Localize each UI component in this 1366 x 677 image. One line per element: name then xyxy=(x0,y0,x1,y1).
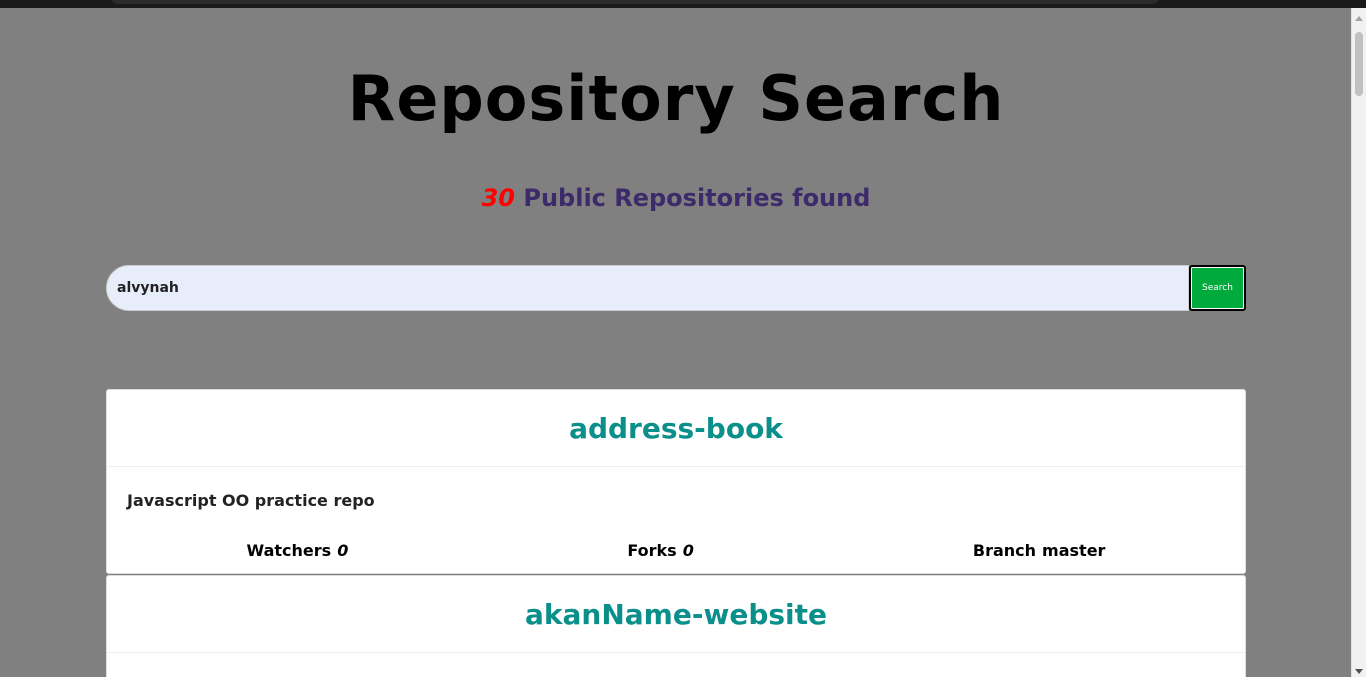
watchers-label: Watchers xyxy=(246,541,332,560)
repo-card: address-book Javascript OO practice repo… xyxy=(106,389,1246,574)
branch-name: master xyxy=(1042,541,1106,560)
branch-label: Branch xyxy=(972,541,1037,560)
browser-top-bar xyxy=(0,0,1366,8)
repo-forks: Forks 0 xyxy=(627,541,693,560)
page-scrollbar[interactable] xyxy=(1351,8,1366,677)
repo-stats: Watchers 0 Forks 0 Branch master xyxy=(107,527,1245,570)
results-count-line: 30 Public Repositories found xyxy=(0,184,1352,212)
repo-watchers: Watchers 0 xyxy=(247,541,349,560)
watchers-count: 0 xyxy=(337,541,349,560)
scroll-down-icon[interactable] xyxy=(1355,669,1363,674)
browser-address-strip xyxy=(110,0,1160,4)
forks-label: Forks xyxy=(627,541,677,560)
repo-name[interactable]: akanName-website xyxy=(525,598,827,631)
search-bar: Search xyxy=(106,265,1246,311)
repo-card: akanName-website xyxy=(106,575,1246,677)
repo-description: Javascript OO practice repo xyxy=(127,491,375,510)
results-count-label: Public Repositories found xyxy=(515,184,871,212)
repo-branch: Branch master xyxy=(973,541,1106,560)
repo-name[interactable]: address-book xyxy=(569,412,783,445)
page-title: Repository Search xyxy=(347,62,1005,135)
scroll-up-icon[interactable] xyxy=(1355,16,1363,21)
results-count: 30 xyxy=(481,184,515,212)
scrollbar-thumb[interactable] xyxy=(1355,32,1363,96)
search-button[interactable]: Search xyxy=(1189,265,1246,311)
repo-card-header: akanName-website xyxy=(107,576,1245,653)
repo-card-header: address-book xyxy=(107,390,1245,467)
forks-count: 0 xyxy=(682,541,694,560)
search-input[interactable] xyxy=(106,265,1189,311)
